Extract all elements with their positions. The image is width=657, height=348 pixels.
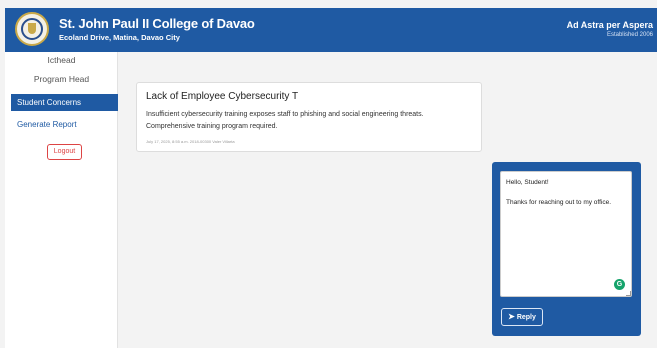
established-text: Established 2006 xyxy=(606,32,653,38)
sidebar: Icthead Program Head Student Concerns Ge… xyxy=(5,52,118,348)
resize-handle-icon[interactable] xyxy=(626,291,631,296)
concern-card[interactable]: Lack of Employee Cybersecurity T Insuffi… xyxy=(136,82,482,152)
reply-button-label: Reply xyxy=(516,314,536,321)
reply-textarea[interactable]: Hello, Student! Thanks for reaching out … xyxy=(500,171,632,297)
concern-title: Lack of Employee Cybersecurity T xyxy=(146,91,299,102)
user-name: Icthead xyxy=(47,55,76,65)
grammarly-icon[interactable]: G xyxy=(614,279,625,290)
user-role: Program Head xyxy=(33,74,90,84)
school-name: St. John Paul II College of Davao xyxy=(59,16,255,31)
school-motto: Ad Astra per Aspera xyxy=(566,20,653,30)
sidebar-item-generate-report[interactable]: Generate Report xyxy=(17,120,77,129)
reply-panel: Hello, Student! Thanks for reaching out … xyxy=(492,162,641,336)
school-logo xyxy=(15,12,49,46)
school-address: Ecoland Drive, Matina, Davao City xyxy=(59,33,180,42)
logout-button[interactable]: Logout xyxy=(47,144,82,160)
send-icon: ➤ xyxy=(508,312,515,321)
sidebar-item-student-concerns[interactable]: Student Concerns xyxy=(11,94,118,111)
concern-meta: July 17, 2025, 8:55 a.m. 2018-00300 Vale… xyxy=(146,139,235,144)
top-header: St. John Paul II College of Davao Ecolan… xyxy=(5,8,657,52)
concern-body: Insufficient cybersecurity training expo… xyxy=(146,111,424,130)
reply-button[interactable]: ➤ Reply xyxy=(501,308,543,326)
